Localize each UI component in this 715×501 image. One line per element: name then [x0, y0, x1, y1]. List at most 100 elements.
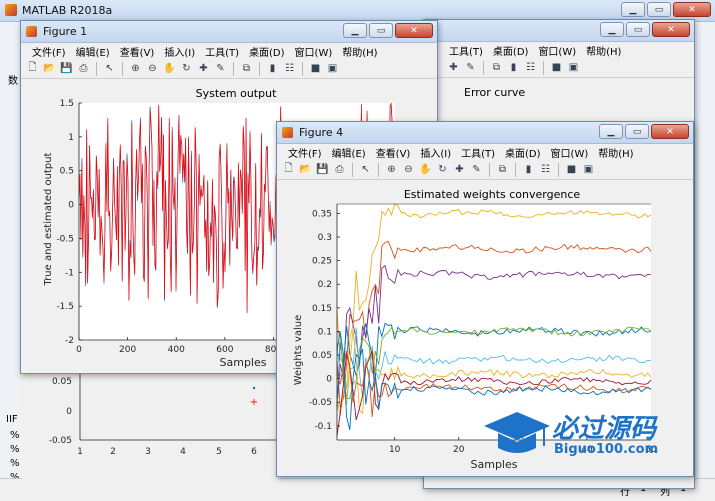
figure1-y-tick-label: 0: [68, 201, 74, 211]
data-cursor-icon[interactable]: ✚: [446, 60, 461, 75]
menu-window[interactable]: 窗口(W): [290, 44, 338, 59]
error-menu-tools[interactable]: 工具(T): [444, 43, 488, 58]
menu-file[interactable]: 文件(F): [283, 145, 327, 160]
menu-tools[interactable]: 工具(T): [456, 145, 500, 160]
zoom-out-icon[interactable]: ⊖: [145, 61, 160, 76]
figure4-close-button[interactable]: ✕: [651, 124, 689, 139]
legend-icon[interactable]: ☷: [523, 60, 538, 75]
error-x-tick: 6: [251, 447, 257, 457]
menu-help[interactable]: 帮助(H): [593, 145, 638, 160]
brush-icon[interactable]: ✎: [213, 61, 228, 76]
figure1-maximize-button[interactable]: ▭: [369, 23, 393, 38]
error-minimize-button[interactable]: ▁: [600, 22, 624, 37]
brush-icon[interactable]: ✎: [463, 60, 478, 75]
link-plot-icon[interactable]: ⧉: [489, 60, 504, 75]
menu-tools[interactable]: 工具(T): [200, 44, 244, 59]
colorbar-icon[interactable]: ▮: [506, 60, 521, 75]
maximize-button[interactable]: ▭: [647, 2, 671, 17]
menu-insert[interactable]: 插入(I): [415, 145, 456, 160]
error-close-button[interactable]: ✕: [652, 22, 690, 37]
figure1-y-tick-label: -2: [65, 336, 74, 346]
figure4-titlebar: Figure 4 ▁ ▭ ✕: [277, 122, 693, 144]
pan-icon[interactable]: ✋: [162, 61, 177, 76]
error-x-tick: 5: [216, 447, 222, 457]
print-icon[interactable]: ⎙: [332, 162, 347, 177]
figure4-x-tick-label: 10: [389, 445, 401, 455]
figure4-y-tick-label: 0.3: [318, 233, 332, 243]
figure4-y-tick-label: 0.1: [318, 327, 332, 337]
colorbar-icon[interactable]: ▮: [265, 61, 280, 76]
figure4-maximize-button[interactable]: ▭: [625, 124, 649, 139]
figure4-axes-background: [337, 204, 651, 440]
error-x-tick: 2: [110, 447, 116, 457]
rotate-icon[interactable]: ↻: [179, 61, 194, 76]
figure1-xlabel: Samples: [220, 356, 267, 369]
new-figure-icon[interactable]: 🗋: [281, 162, 296, 177]
legend-icon[interactable]: ☷: [538, 162, 553, 177]
menu-window[interactable]: 窗口(W): [546, 145, 594, 160]
show-tools-icon[interactable]: ▣: [581, 162, 596, 177]
error-menu-desktop[interactable]: 桌面(D): [488, 43, 534, 58]
menu-desktop[interactable]: 桌面(D): [500, 145, 546, 160]
menu-view[interactable]: 查看(V): [115, 44, 160, 59]
minimize-button[interactable]: ▁: [621, 2, 645, 17]
zoom-in-icon[interactable]: ⊕: [384, 162, 399, 177]
figure1-minimize-button[interactable]: ▁: [343, 23, 367, 38]
pan-icon[interactable]: ✋: [418, 162, 433, 177]
left-fragment-0: 数: [8, 76, 18, 87]
zoom-in-icon[interactable]: ⊕: [128, 61, 143, 76]
menu-file[interactable]: 文件(F): [27, 44, 71, 59]
colorbar-icon[interactable]: ▮: [521, 162, 536, 177]
open-file-icon[interactable]: 📂: [42, 61, 57, 76]
hide-tools-icon[interactable]: ■: [308, 61, 323, 76]
toolbar-separator: [558, 162, 559, 177]
zoom-out-icon[interactable]: ⊖: [401, 162, 416, 177]
error-x-tick: 1: [77, 447, 83, 457]
toolbar-separator: [378, 162, 379, 177]
edit-plot-icon[interactable]: ↖: [102, 61, 117, 76]
hide-tools-icon[interactable]: ■: [549, 60, 564, 75]
link-plot-icon[interactable]: ⧉: [495, 162, 510, 177]
figure1-ylabel: True and estimated output: [43, 152, 54, 286]
open-file-icon[interactable]: 📂: [298, 162, 313, 177]
menu-insert[interactable]: 插入(I): [159, 44, 200, 59]
menu-help[interactable]: 帮助(H): [337, 44, 382, 59]
menu-edit[interactable]: 编辑(E): [71, 44, 115, 59]
save-icon[interactable]: 💾: [59, 61, 74, 76]
show-tools-icon[interactable]: ▣: [325, 61, 340, 76]
edit-plot-icon[interactable]: ↖: [358, 162, 373, 177]
figure4-y-tick-label: 0.05: [312, 351, 332, 361]
menu-edit[interactable]: 编辑(E): [327, 145, 371, 160]
print-icon[interactable]: ⎙: [76, 61, 91, 76]
legend-icon[interactable]: ☷: [282, 61, 297, 76]
figure4-y-tick-label: 0.2: [318, 280, 332, 290]
figure4-minimize-button[interactable]: ▁: [599, 124, 623, 139]
close-button[interactable]: ✕: [673, 2, 711, 17]
error-y-tick: -0.05: [49, 436, 72, 446]
error-y-tick: 0: [66, 407, 72, 417]
data-cursor-icon[interactable]: ✚: [452, 162, 467, 177]
hide-tools-icon[interactable]: ■: [564, 162, 579, 177]
error-maximize-button[interactable]: ▭: [626, 22, 650, 37]
figure1-chart-title: System output: [196, 87, 277, 100]
toolbar-separator: [352, 162, 353, 177]
toolbar-separator: [515, 162, 516, 177]
rotate-icon[interactable]: ↻: [435, 162, 450, 177]
save-icon[interactable]: 💾: [315, 162, 330, 177]
figure1-x-tick-label: 400: [168, 345, 185, 355]
link-plot-icon[interactable]: ⧉: [239, 61, 254, 76]
figure4-chart-title: Estimated weights convergence: [404, 188, 581, 201]
menu-view[interactable]: 查看(V): [371, 145, 416, 160]
brush-icon[interactable]: ✎: [469, 162, 484, 177]
figure1-close-button[interactable]: ✕: [395, 23, 433, 38]
toolbar-separator: [259, 61, 260, 76]
error-menu-window[interactable]: 窗口(W): [533, 43, 581, 58]
show-tools-icon[interactable]: ▣: [566, 60, 581, 75]
error-figure-toolbar: ✚ ✎ ⧉ ▮ ☷ ■ ▣: [424, 58, 694, 78]
figure1-y-tick-label: -1.5: [56, 302, 74, 312]
error-marker-blue: [252, 386, 256, 390]
new-figure-icon[interactable]: 🗋: [25, 61, 40, 76]
data-cursor-icon[interactable]: ✚: [196, 61, 211, 76]
menu-desktop[interactable]: 桌面(D): [244, 44, 290, 59]
error-menu-help[interactable]: 帮助(H): [581, 43, 626, 58]
